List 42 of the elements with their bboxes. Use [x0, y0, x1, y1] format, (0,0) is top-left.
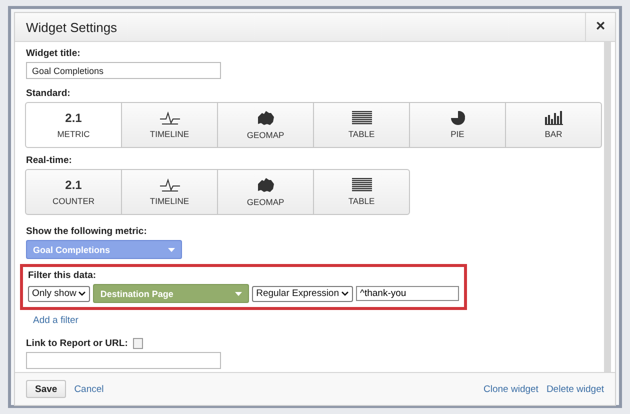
line-graph-icon — [160, 178, 180, 192]
delete-widget-link[interactable]: Delete widget — [546, 384, 604, 394]
caret-icon — [168, 248, 175, 252]
chart-type-button[interactable]: TABLE — [313, 169, 410, 215]
chart-type-button[interactable]: TABLE — [313, 102, 410, 148]
caret-icon — [235, 292, 242, 296]
match-select[interactable]: Regular Expression — [252, 286, 353, 302]
mode-select[interactable]: Only show — [28, 286, 90, 302]
chart-type-button[interactable]: BAR — [505, 102, 602, 148]
chart-type-button[interactable]: GEOMAP — [217, 102, 314, 148]
close-button[interactable]: × — [585, 13, 615, 41]
map-icon — [256, 110, 274, 126]
chart-type-button[interactable]: PIE — [409, 102, 506, 148]
field-label: Filter this data: — [28, 270, 98, 281]
chart-type-button[interactable]: 2.1 METRIC — [25, 102, 122, 148]
window-title: Widget Settings — [25, 20, 118, 34]
pie-chart-icon — [450, 111, 464, 125]
table-icon — [352, 111, 372, 125]
field-label: Link to Report or URL: — [26, 338, 128, 349]
cancel-link[interactable]: Cancel — [74, 384, 104, 394]
section-label: Real-time: — [26, 155, 73, 166]
line-graph-icon — [160, 111, 180, 125]
chart-type-button[interactable]: TIMELINE — [121, 102, 218, 148]
caret-icon — [78, 291, 86, 296]
filter-value-field[interactable]: ^thank-you — [356, 286, 459, 301]
field-label: Widget title: — [26, 48, 82, 59]
chart-type-button[interactable]: GEOMAP — [217, 169, 314, 215]
chart-type-button[interactable]: 2.1 COUNTER — [25, 169, 122, 215]
table-icon — [352, 178, 372, 192]
scrollbar[interactable] — [604, 42, 611, 372]
url-field[interactable] — [26, 352, 221, 369]
title-field[interactable]: Goal Completions — [26, 62, 221, 79]
map-icon — [256, 178, 274, 192]
field-label: Show the following metric: — [26, 226, 148, 237]
clone-widget-link[interactable]: Clone widget — [484, 384, 538, 394]
caret-icon — [341, 291, 349, 296]
bar-chart-icon — [544, 111, 562, 125]
save-button[interactable]: Save — [26, 380, 66, 398]
chart-type-button[interactable]: TIMELINE — [121, 169, 218, 215]
section-label: Standard: — [26, 88, 72, 99]
add-filter-link[interactable]: Add a filter — [33, 315, 78, 326]
link-checkbox[interactable] — [132, 338, 143, 349]
